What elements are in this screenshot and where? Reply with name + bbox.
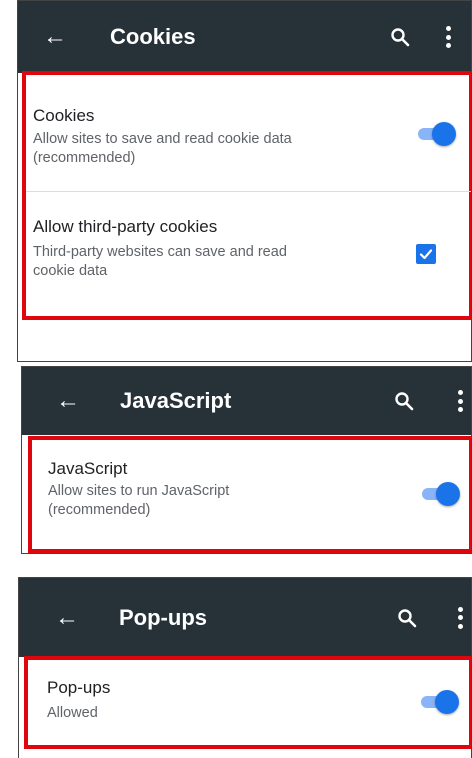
- setting-subtitle: Allow sites to save and read cookie data: [33, 131, 292, 147]
- setting-title: Cookies: [33, 106, 95, 125]
- more-vert-icon[interactable]: [457, 390, 463, 412]
- javascript-setting-row[interactable]: JavaScript Allow sites to run JavaScript…: [22, 437, 471, 551]
- setting-title: Pop-ups: [47, 678, 111, 697]
- setting-subtitle: cookie data: [33, 263, 108, 279]
- setting-title: JavaScript: [48, 459, 128, 478]
- popups-toggle[interactable]: [419, 690, 459, 714]
- popups-panel: ← Pop-ups Pop-ups Allowed: [18, 577, 472, 758]
- third-party-cookies-row[interactable]: Allow third-party cookies Third-party we…: [18, 194, 471, 314]
- setting-subtitle: (recommended): [48, 502, 151, 518]
- popups-app-bar: ← Pop-ups: [19, 578, 471, 657]
- setting-subtitle: Allow sites to run JavaScript: [48, 483, 230, 499]
- cookies-toggle[interactable]: [416, 122, 456, 146]
- search-icon[interactable]: [390, 27, 410, 47]
- search-icon[interactable]: [397, 608, 417, 628]
- back-arrow-icon[interactable]: ←: [56, 389, 80, 413]
- check-icon: [419, 249, 433, 260]
- third-party-cookies-checkbox[interactable]: [416, 244, 436, 264]
- setting-subtitle: Allowed: [47, 705, 98, 721]
- back-arrow-icon[interactable]: ←: [55, 605, 79, 630]
- javascript-app-bar: ← JavaScript: [22, 367, 471, 435]
- more-vert-icon[interactable]: [457, 606, 463, 629]
- cookies-setting-row[interactable]: Cookies Allow sites to save and read coo…: [18, 86, 471, 201]
- back-arrow-icon[interactable]: ←: [43, 25, 67, 49]
- setting-title: Allow third-party cookies: [33, 217, 218, 236]
- row-divider: [26, 191, 471, 192]
- page-title: Pop-ups: [119, 604, 207, 630]
- page-title: JavaScript: [120, 388, 232, 413]
- javascript-toggle[interactable]: [420, 482, 460, 506]
- setting-subtitle: Third-party websites can save and read: [33, 244, 287, 260]
- popups-setting-row[interactable]: Pop-ups Allowed: [19, 658, 471, 748]
- more-vert-icon[interactable]: [445, 26, 451, 48]
- javascript-panel: ← JavaScript JavaScript Allow sites to r…: [21, 366, 472, 554]
- page-title: Cookies: [110, 24, 196, 49]
- cookies-panel: ← Cookies Cookies Allow sites to save an…: [17, 0, 472, 362]
- search-icon[interactable]: [394, 391, 414, 411]
- cookies-app-bar: ← Cookies: [18, 1, 471, 73]
- setting-subtitle: (recommended): [33, 150, 136, 166]
